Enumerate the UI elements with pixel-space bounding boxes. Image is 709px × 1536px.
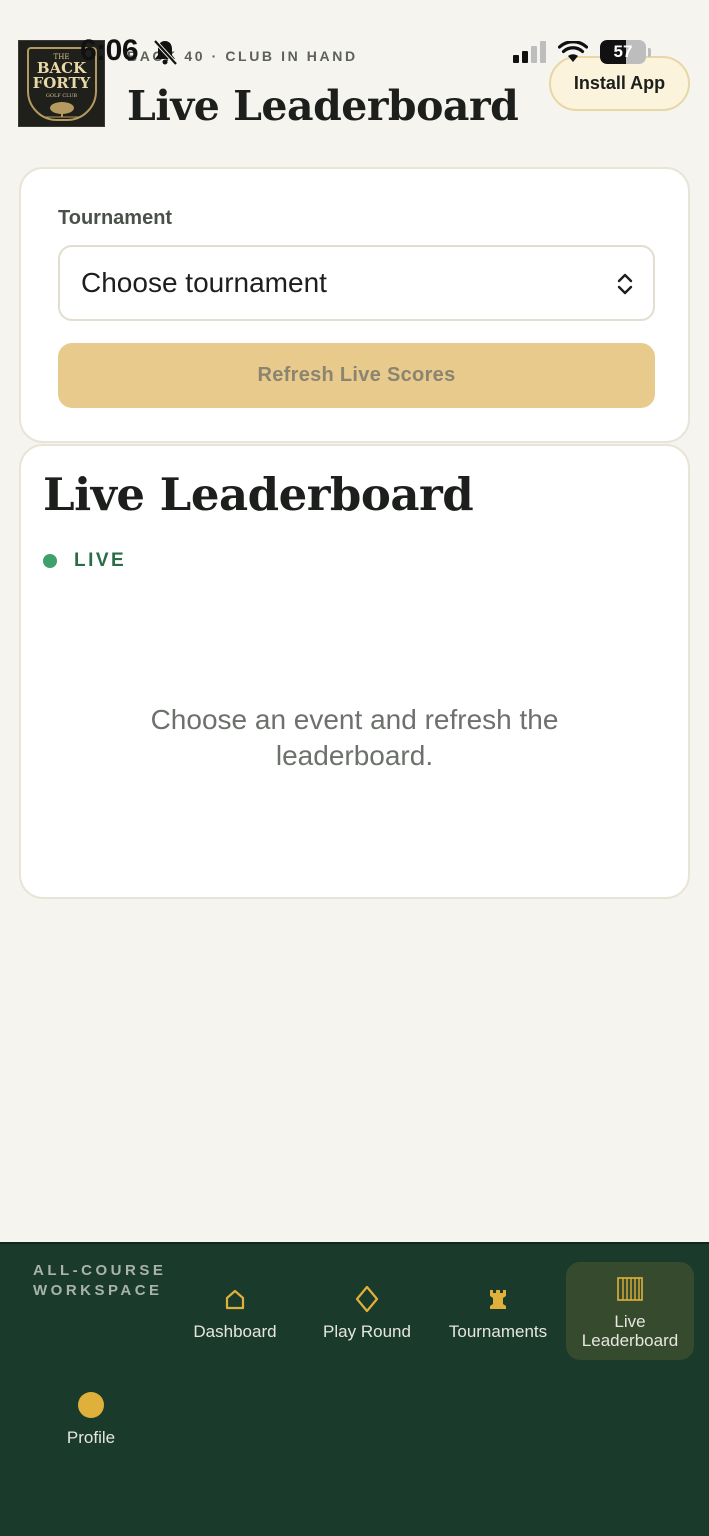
battery-tip	[648, 47, 651, 57]
status-icons: 57	[513, 40, 651, 64]
install-app-button[interactable]: Install App	[549, 56, 690, 111]
tournament-selector-card: Tournament Choose tournament Refresh Liv…	[19, 167, 690, 443]
profile-dot-icon	[78, 1388, 104, 1422]
page-title: Live Leaderboard	[127, 82, 519, 130]
leaderboard-title: Live Leaderboard	[43, 468, 474, 521]
status-time: 6:06	[80, 34, 139, 67]
live-dot-icon	[43, 554, 57, 568]
wifi-icon	[558, 41, 588, 62]
nav-label-live-leaderboard: Live Leaderboard	[581, 1312, 679, 1350]
battery-percent: 57	[613, 42, 633, 61]
bottom-nav: ALL-COURSE WORKSPACE Dashboard Play Roun…	[0, 1242, 709, 1536]
nav-label-play-round: Play Round	[323, 1321, 411, 1341]
nav-item-tournaments[interactable]: Tournaments	[434, 1262, 562, 1360]
battery-icon: 57	[600, 40, 646, 64]
tree-icon	[43, 101, 80, 117]
home-icon	[224, 1282, 246, 1316]
workspace-label: ALL-COURSE WORKSPACE	[33, 1262, 167, 1299]
live-label: LIVE	[74, 550, 127, 571]
nav-label-dashboard: Dashboard	[193, 1321, 277, 1341]
leaderboard-card: Live Leaderboard LIVE Choose an event an…	[19, 444, 690, 899]
nav-item-live-leaderboard[interactable]: Live Leaderboard	[566, 1262, 694, 1360]
cellular-signal-icon	[513, 41, 546, 63]
nav-label-tournaments: Tournaments	[448, 1321, 548, 1341]
refresh-live-scores-button[interactable]: Refresh Live Scores	[58, 343, 655, 408]
bars-icon	[617, 1272, 643, 1306]
chevron-up-down-icon	[617, 273, 633, 295]
diamond-icon	[355, 1282, 379, 1316]
nav-item-dashboard[interactable]: Dashboard	[171, 1262, 299, 1360]
live-indicator: LIVE	[43, 550, 126, 572]
nav-item-profile[interactable]: Profile	[27, 1368, 155, 1466]
tournament-select-value: Choose tournament	[81, 267, 327, 298]
rook-icon	[487, 1282, 509, 1316]
tournament-field-label: Tournament	[58, 207, 173, 229]
nav-item-play-round[interactable]: Play Round	[303, 1262, 431, 1360]
empty-state-message: Choose an event and refresh the leaderbo…	[150, 704, 559, 771]
nav-label-profile: Profile	[66, 1427, 116, 1447]
tournament-select[interactable]: Choose tournament	[58, 245, 655, 321]
silent-bell-icon	[153, 39, 178, 66]
